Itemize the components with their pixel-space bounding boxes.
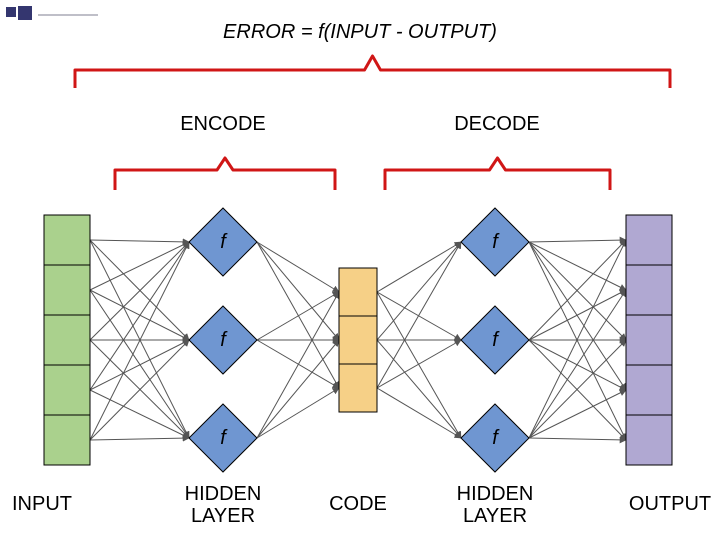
input-layer-cell <box>44 265 90 315</box>
output-layer-cell <box>626 365 672 415</box>
code-layer-cell <box>339 316 377 364</box>
code-label: CODE <box>329 493 387 515</box>
input-layer-cell <box>44 365 90 415</box>
output-layer-cell <box>626 265 672 315</box>
edges-input-h1 <box>90 240 189 440</box>
input-layer-cell <box>44 415 90 465</box>
output-layer-cell <box>626 415 672 465</box>
hidden-layer-1: fff <box>189 208 257 472</box>
output-layer-cell <box>626 215 672 265</box>
edges-code-h2 <box>377 242 461 438</box>
output-layer <box>626 215 672 465</box>
diagram-title: ERROR = f(INPUT - OUTPUT) <box>223 21 497 43</box>
bracket-decode <box>385 158 610 190</box>
input-layer-cell <box>44 315 90 365</box>
output-layer-cell <box>626 315 672 365</box>
input-layer-cell <box>44 215 90 265</box>
edges-h2-output <box>529 240 626 440</box>
output-label: OUTPUT <box>629 493 711 515</box>
input-layer <box>44 215 90 465</box>
hidden-layer-2: fff <box>461 208 529 472</box>
code-layer <box>339 268 377 412</box>
decode-label: DECODE <box>454 113 540 135</box>
edges-h1-code <box>257 242 339 438</box>
bracket-error <box>75 56 670 88</box>
code-layer-cell <box>339 364 377 412</box>
input-label: INPUT <box>12 493 72 515</box>
hidden2-label: HIDDENLAYER <box>457 483 534 527</box>
bracket-encode <box>115 158 335 190</box>
hidden1-label: HIDDENLAYER <box>185 483 262 527</box>
encode-label: ENCODE <box>180 113 266 135</box>
autoencoder-diagram: fff fff ERROR = f(INPUT - OUTPUT) ENCODE DE… <box>0 0 720 540</box>
code-layer-cell <box>339 268 377 316</box>
